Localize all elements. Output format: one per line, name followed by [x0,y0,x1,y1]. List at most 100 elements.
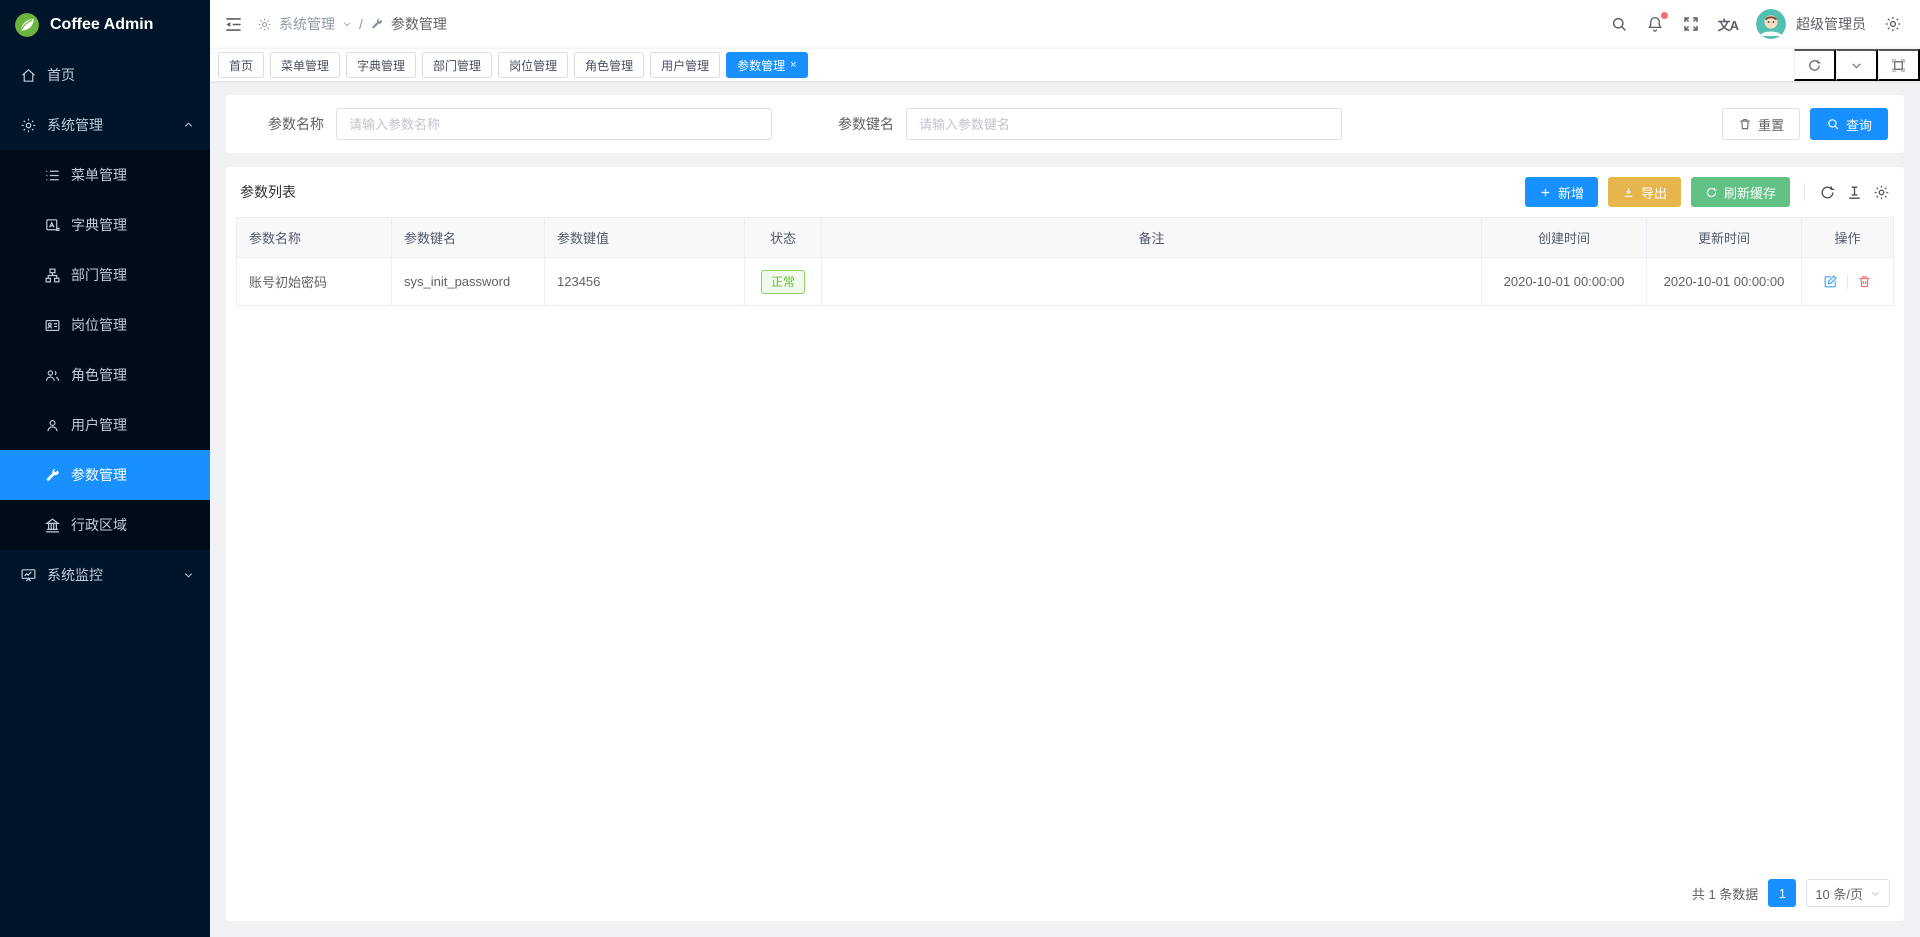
divider [1847,275,1848,289]
sidebar-item-role-mgmt[interactable]: 角色管理 [0,350,210,400]
search-icon[interactable] [1610,15,1628,33]
org-tree-icon [44,267,61,284]
tab-param-mgmt[interactable]: 参数管理 × [726,52,807,78]
export-label: 导出 [1641,183,1667,202]
gear-icon [257,17,272,32]
edit-icon[interactable] [1823,274,1838,289]
cell-status: 正常 [745,258,822,306]
export-button[interactable]: 导出 [1608,177,1681,207]
trash-icon[interactable] [1857,274,1872,289]
col-updated: 更新时间 [1647,218,1802,258]
page-size-value: 10 条/页 [1815,884,1863,903]
card-header: 参数列表 新增 导出 刷新缓存 [236,167,1894,217]
chevron-down-icon [183,570,194,581]
cell-remark [822,258,1482,306]
param-key-input[interactable] [906,108,1342,140]
sidebar-item-home[interactable]: 首页 [0,50,210,100]
tab-role-mgmt[interactable]: 角色管理 [574,52,644,78]
sidebar-item-label: 首页 [47,65,75,85]
roles-icon [44,367,61,384]
search-label: 查询 [1846,115,1872,134]
gear-icon[interactable] [1884,15,1902,33]
filter-card: 参数名称 参数键名 重置 查询 [226,95,1904,153]
sidebar-item-label: 部门管理 [71,265,127,285]
reset-button[interactable]: 重置 [1722,108,1800,140]
sidebar-item-label: 菜单管理 [71,165,127,185]
dictionary-icon [44,217,61,234]
sidebar-item-dict-mgmt[interactable]: 字典管理 [0,200,210,250]
add-label: 新增 [1558,183,1584,202]
close-icon[interactable]: × [790,60,796,71]
tab-label: 用户管理 [661,57,709,74]
divider [1804,183,1805,201]
col-actions: 操作 [1802,218,1894,258]
chevron-down-icon[interactable] [1836,49,1878,81]
sidebar-item-user-mgmt[interactable]: 用户管理 [0,400,210,450]
refresh-icon[interactable] [1819,184,1836,201]
tab-label: 角色管理 [585,57,633,74]
col-remark: 备注 [822,218,1482,258]
sidebar-item-system-monitor[interactable]: 系统监控 [0,550,210,600]
tab-dept-mgmt[interactable]: 部门管理 [422,52,492,78]
sidebar-item-post-mgmt[interactable]: 岗位管理 [0,300,210,350]
fullscreen-icon[interactable] [1682,15,1700,33]
filter-param-name: 参数名称 [250,108,772,140]
add-button[interactable]: 新增 [1525,177,1598,207]
tab-user-mgmt[interactable]: 用户管理 [650,52,720,78]
sidebar-item-param-mgmt[interactable]: 参数管理 [0,450,210,500]
page-size-select[interactable]: 10 条/页 [1806,879,1890,907]
sidebar-menu: 首页 系统管理 菜单管理 字典管理 部门管理 岗位管理 [0,50,210,600]
gear-icon [20,117,37,134]
collapse-sidebar-icon[interactable] [224,15,243,34]
current-user-name[interactable]: 超级管理员 [1796,14,1866,34]
sidebar-item-system-mgmt[interactable]: 系统管理 [0,100,210,150]
download-icon [1622,186,1635,199]
tab-label: 字典管理 [357,57,405,74]
refresh-icon[interactable] [1794,49,1836,81]
bell-icon[interactable] [1646,15,1664,33]
refresh-cache-label: 刷新缓存 [1724,183,1776,202]
sidebar-item-label: 系统监控 [47,565,103,585]
avatar[interactable] [1756,9,1786,39]
param-table: 参数名称 参数键名 参数键值 状态 备注 创建时间 更新时间 操作 账号初始密码… [236,217,1894,306]
refresh-cache-button[interactable]: 刷新缓存 [1691,177,1790,207]
leaf-icon [14,12,40,38]
gear-icon[interactable] [1873,184,1890,201]
param-name-label: 参数名称 [250,114,336,134]
sidebar-item-admin-region[interactable]: 行政区域 [0,500,210,550]
tabbar: 首页 菜单管理 字典管理 部门管理 岗位管理 角色管理 用户管理 参数管理 × [210,48,1920,81]
col-param-key: 参数键名 [392,218,545,258]
sidebar-item-menu-mgmt[interactable]: 菜单管理 [0,150,210,200]
breadcrumb-parent[interactable]: 系统管理 [279,14,335,34]
sidebar-item-dept-mgmt[interactable]: 部门管理 [0,250,210,300]
param-name-input[interactable] [336,108,772,140]
tabbar-tools [1794,49,1920,81]
table-header-row: 参数名称 参数键名 参数键值 状态 备注 创建时间 更新时间 操作 [237,218,1894,258]
bank-icon [44,517,61,534]
sidebar-item-label: 用户管理 [71,415,127,435]
text-size-icon[interactable] [1846,184,1863,201]
plus-icon [1539,186,1552,199]
app-logo[interactable]: Coffee Admin [0,0,210,50]
maximize-icon[interactable] [1878,49,1920,81]
home-icon [20,67,37,84]
cell-param-value: 123456 [545,258,745,306]
sidebar-item-label: 系统管理 [47,115,103,135]
chevron-down-icon [342,19,352,29]
col-created: 创建时间 [1482,218,1647,258]
translate-icon[interactable]: 文A [1718,15,1738,34]
tab-post-mgmt[interactable]: 岗位管理 [498,52,568,78]
cell-param-key: sys_init_password [392,258,545,306]
total-count: 共 1 条数据 [1692,884,1758,903]
search-button[interactable]: 查询 [1810,108,1888,140]
breadcrumb-current: 参数管理 [391,14,447,34]
tab-dict-mgmt[interactable]: 字典管理 [346,52,416,78]
page-button-1[interactable]: 1 [1768,879,1796,907]
monitor-icon [20,567,37,584]
sidebar-item-label: 角色管理 [71,365,127,385]
col-status: 状态 [745,218,822,258]
tab-menu-mgmt[interactable]: 菜单管理 [270,52,340,78]
tab-home[interactable]: 首页 [218,52,264,78]
topbar: 系统管理 / 参数管理 文A 超级管理员 [210,0,1920,48]
sidebar-item-label: 参数管理 [71,465,127,485]
